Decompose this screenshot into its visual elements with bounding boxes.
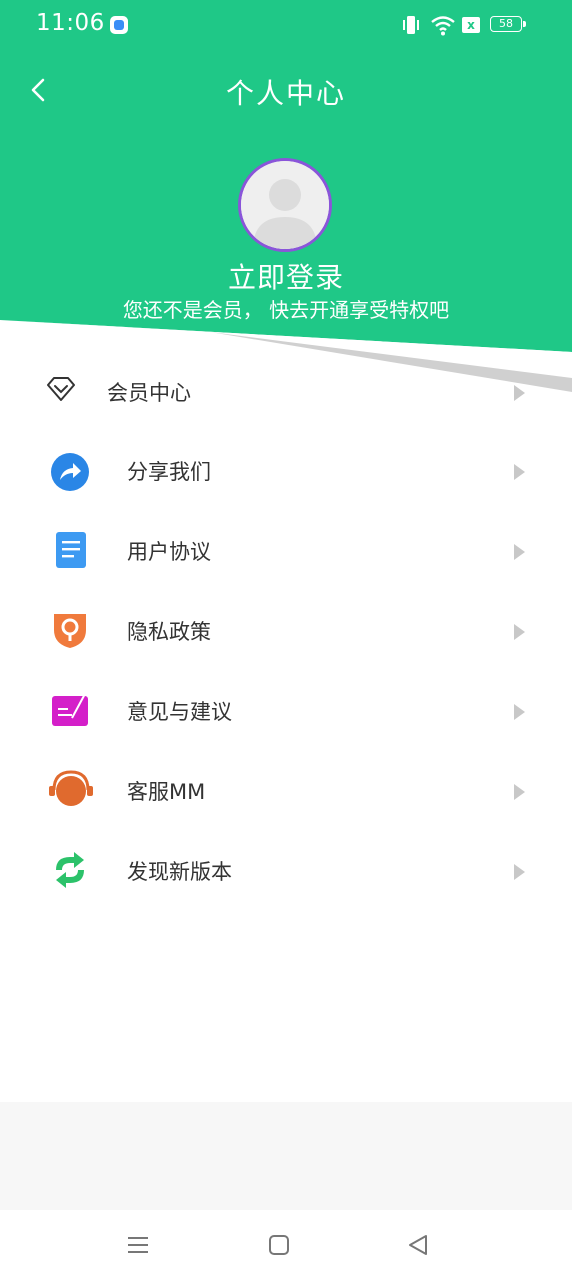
- footer-area: [0, 1102, 572, 1210]
- document-icon: [56, 532, 86, 568]
- menu-item-label: 意见与建议: [127, 700, 232, 724]
- login-button[interactable]: 立即登录: [0, 256, 572, 296]
- menu-item-share[interactable]: 分享我们: [0, 432, 572, 512]
- profile-header: 11:06 x 58 个人中心 立即登录 您还不是会员， 快去开通享受特权吧: [0, 0, 572, 392]
- status-bar: 11:06 x 58: [0, 0, 572, 50]
- system-nav-bar: [0, 1210, 572, 1280]
- menu-item-member-center[interactable]: 会员中心: [0, 352, 572, 432]
- home-icon[interactable]: [266, 1232, 292, 1258]
- menu-item-customer-service[interactable]: 客服MM: [0, 752, 572, 832]
- menu-item-feedback[interactable]: 意见与建议: [0, 672, 572, 752]
- menu-item-label: 客服MM: [127, 780, 206, 804]
- chevron-right-icon: [514, 385, 525, 401]
- menu-icon[interactable]: [125, 1232, 151, 1258]
- menu-item-label: 会员中心: [107, 381, 191, 405]
- share-icon: [51, 453, 89, 491]
- menu-item-label: 分享我们: [127, 460, 211, 484]
- menu-item-privacy-policy[interactable]: 隐私政策: [0, 592, 572, 672]
- menu-item-label: 用户协议: [127, 540, 211, 564]
- chevron-right-icon: [514, 864, 525, 880]
- headset-icon: [49, 770, 93, 806]
- battery-icon: 58: [490, 16, 526, 32]
- privacy-shield-icon: [54, 614, 86, 648]
- menu-item-label: 隐私政策: [127, 620, 211, 644]
- feedback-icon: [52, 691, 88, 726]
- refresh-icon: [56, 852, 84, 888]
- page-title: 个人中心: [225, 77, 346, 110]
- member-tip: 您还不是会员， 快去开通享受特权吧: [122, 298, 450, 322]
- menu-item-user-agreement[interactable]: 用户协议: [0, 512, 572, 592]
- back-triangle-icon[interactable]: [406, 1232, 432, 1258]
- chevron-right-icon: [514, 624, 525, 640]
- wifi-icon: [431, 16, 455, 36]
- chevron-right-icon: [514, 784, 525, 800]
- no-sim-icon: x: [462, 17, 480, 33]
- chevron-right-icon: [514, 544, 525, 560]
- menu-item-label: 发现新版本: [127, 860, 232, 884]
- avatar[interactable]: [238, 158, 332, 252]
- default-avatar-icon: [241, 161, 329, 249]
- app-notification-icon: [110, 16, 128, 34]
- chevron-right-icon: [514, 464, 525, 480]
- menu-item-check-update[interactable]: 发现新版本: [0, 832, 572, 912]
- vibrate-icon: [403, 16, 419, 34]
- chevron-right-icon: [514, 704, 525, 720]
- diamond-icon: [47, 377, 75, 401]
- status-time: 11:06: [36, 10, 105, 36]
